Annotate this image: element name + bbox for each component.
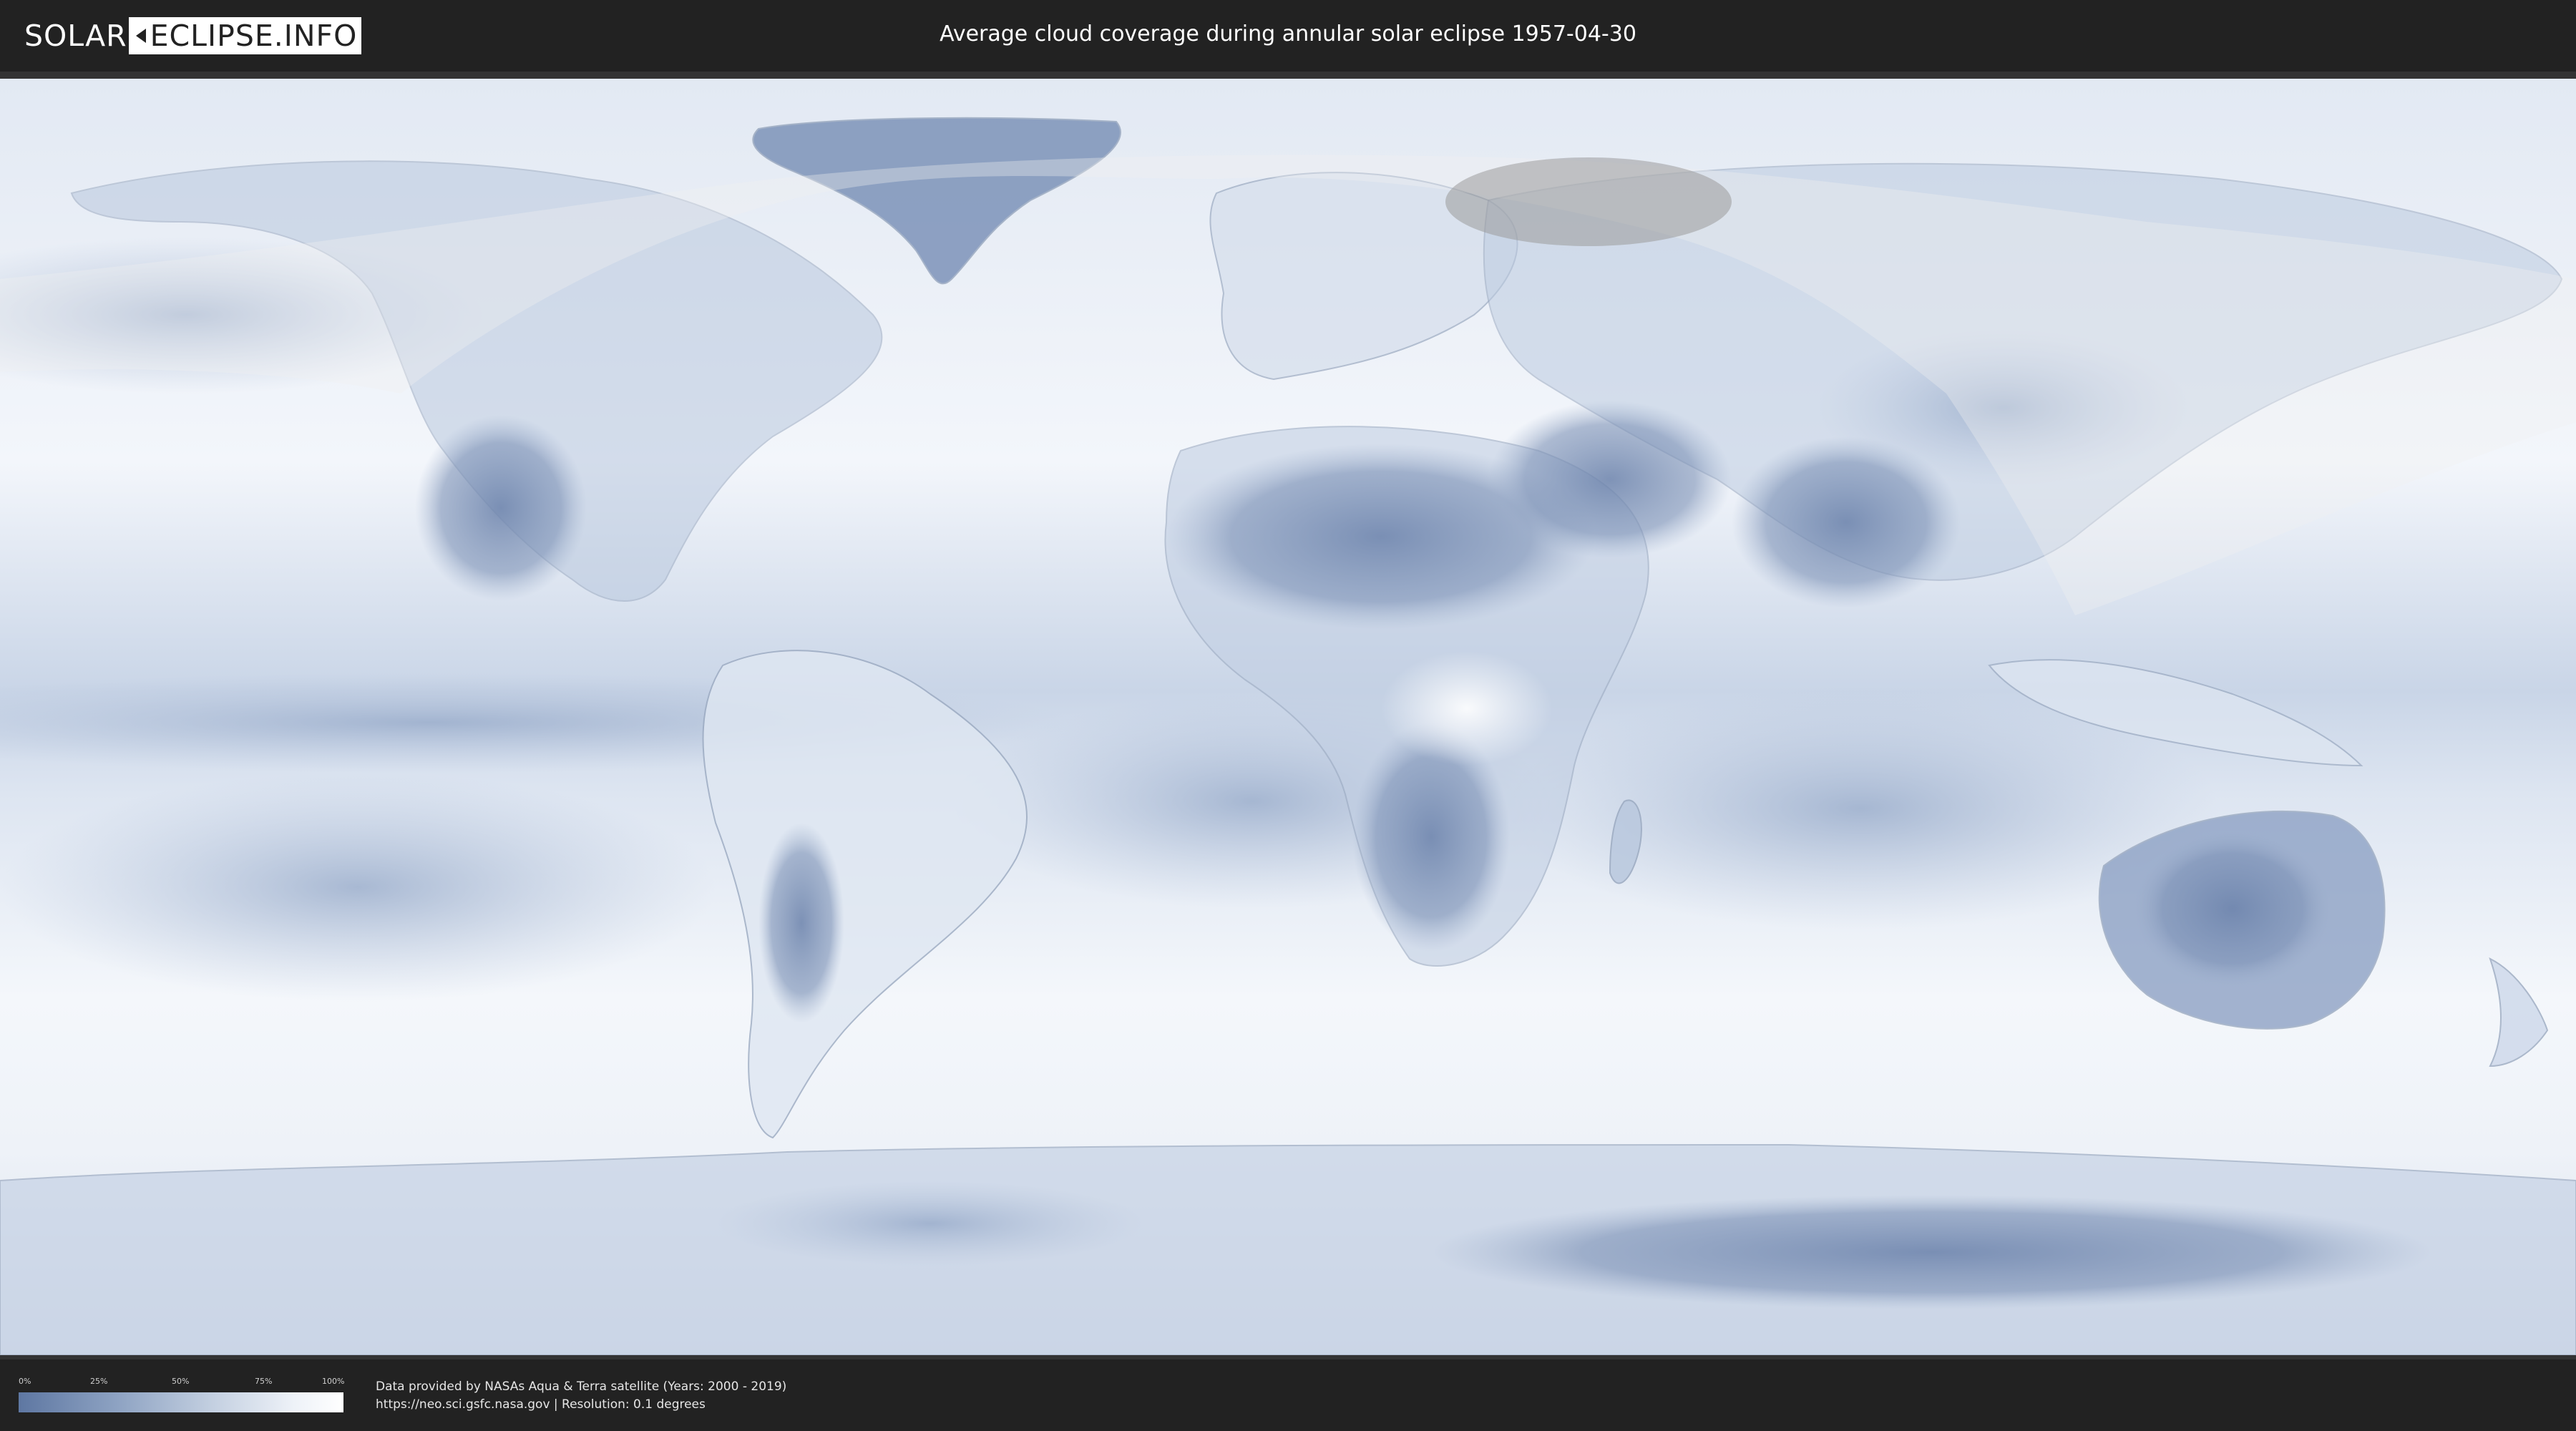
- page-title: Average cloud coverage during annular so…: [940, 21, 1636, 47]
- region-arabia-dry: [1488, 401, 1732, 558]
- legend-color-bar: [19, 1392, 343, 1412]
- coverage-legend: 0% 25% 50% 75% 100%: [19, 1377, 345, 1414]
- legend-tick-50: 50%: [172, 1377, 190, 1386]
- legend-tick-75: 75%: [255, 1377, 273, 1386]
- legend-tick-0: 0%: [19, 1377, 31, 1386]
- region-mexico-dry: [415, 415, 587, 601]
- header-bar: SOLAR ECLIPSE.INFO Average cloud coverag…: [0, 0, 2576, 72]
- page: SOLAR ECLIPSE.INFO Average cloud coverag…: [0, 0, 2576, 1431]
- region-antarctica-plateau: [1431, 1195, 2433, 1309]
- region-australia-dry: [2132, 830, 2333, 987]
- credit-source: Data provided by NASAs Aqua & Terra sate…: [376, 1379, 787, 1394]
- data-credits: Data provided by NASAs Aqua & Terra sate…: [376, 1378, 786, 1414]
- credit-url-resolution: https://neo.sci.gsfc.nasa.gov | Resoluti…: [376, 1397, 706, 1412]
- region-antarctica-west: [716, 1181, 1145, 1266]
- annular-path-shade: [1445, 157, 1732, 246]
- cloud-coverage-map[interactable]: [0, 79, 2576, 1355]
- region-central-africa-cloudy: [1381, 651, 1553, 766]
- cloud-band-south-pacific: [0, 773, 716, 1002]
- legend-tick-25: 25%: [90, 1377, 108, 1386]
- legend-tick-100: 100%: [322, 1377, 345, 1386]
- region-andes-dry: [758, 823, 844, 1023]
